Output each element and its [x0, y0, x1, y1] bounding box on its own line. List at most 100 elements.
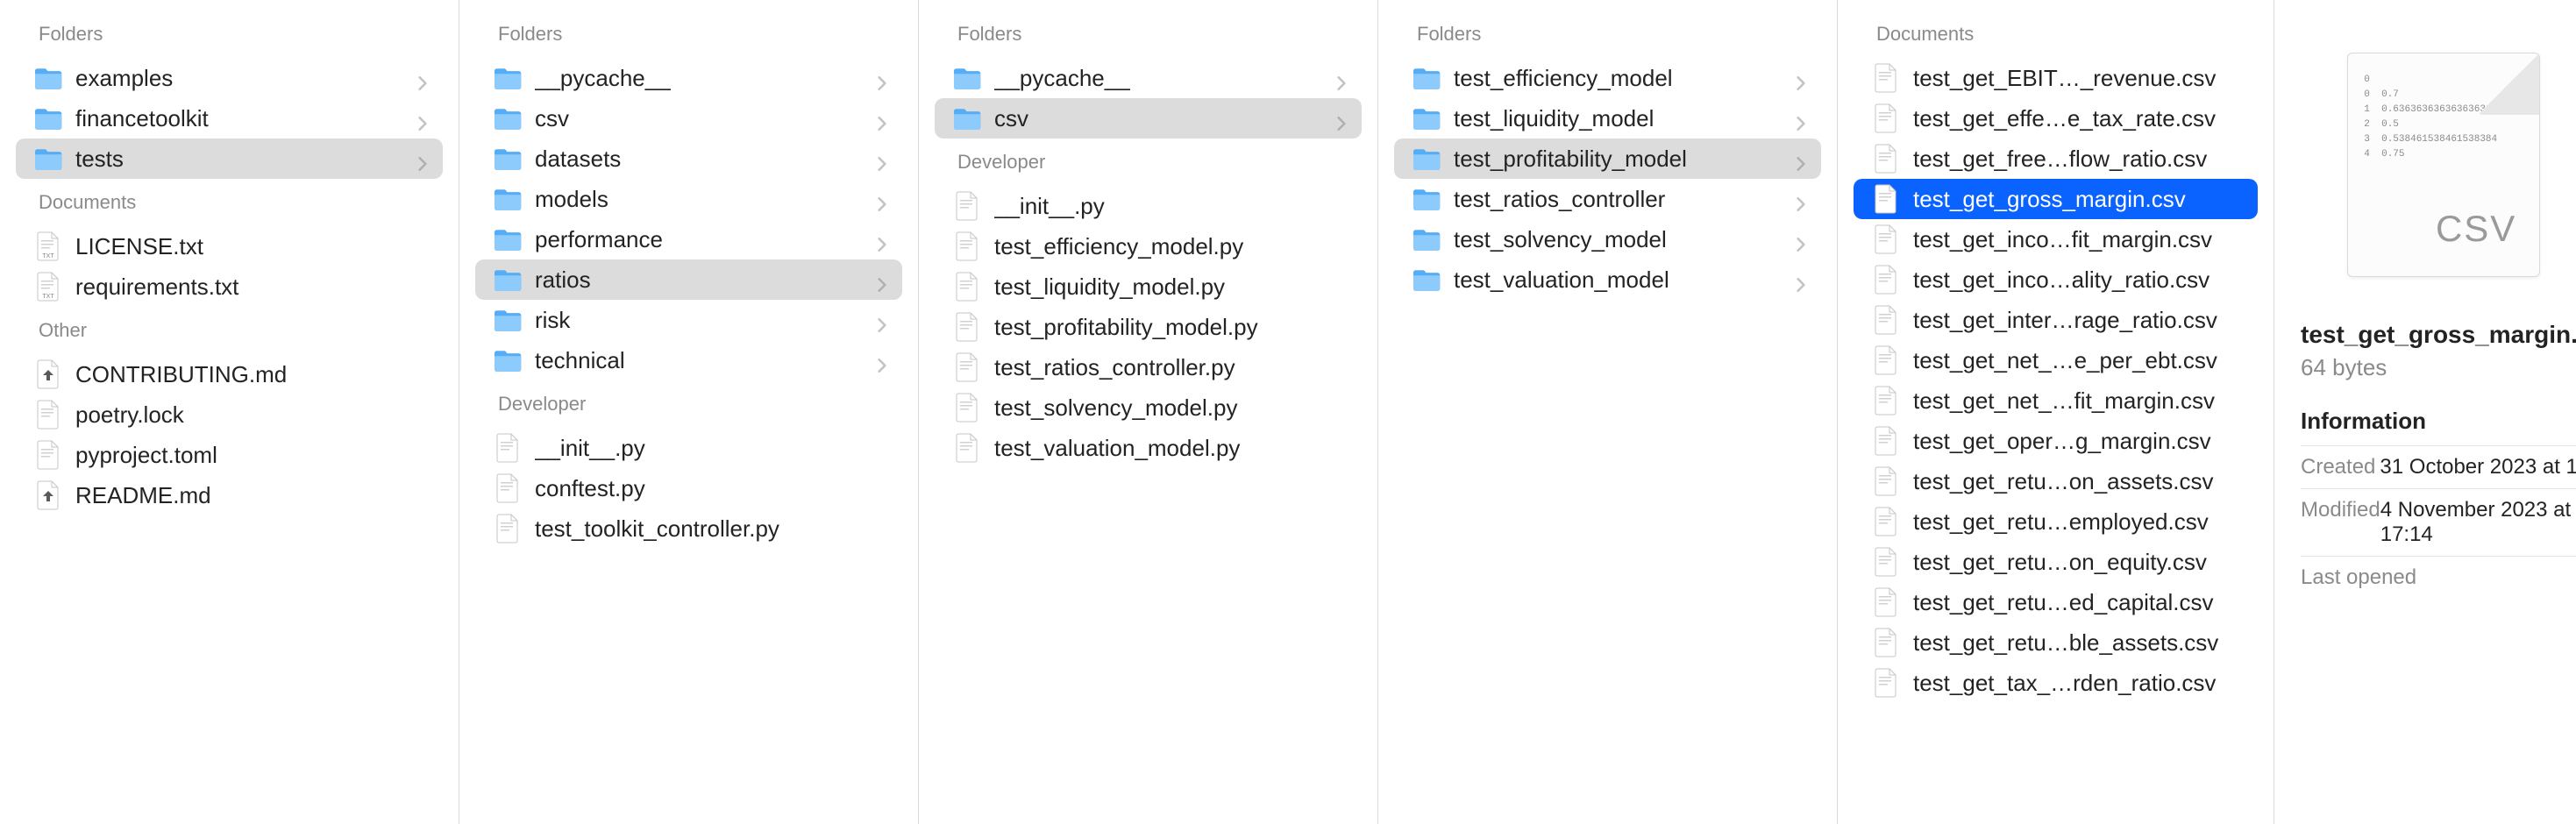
folder-icon: [33, 144, 63, 174]
item-label: risk: [535, 307, 874, 334]
folder-item[interactable]: models: [475, 179, 902, 219]
folder-item[interactable]: datasets: [475, 139, 902, 179]
file-item[interactable]: conftest.py: [475, 468, 902, 508]
item-label: test_valuation_model.py: [994, 435, 1349, 462]
file-item[interactable]: test_get_free…flow_ratio.csv: [1854, 139, 2258, 179]
section-header-documents: Documents: [1838, 11, 2274, 58]
folder-item[interactable]: financetoolkit: [16, 98, 443, 139]
py-file-icon: [493, 514, 523, 543]
file-item[interactable]: test_get_inter…rage_ratio.csv: [1854, 300, 2258, 340]
csv-file-icon: [1871, 547, 1901, 577]
csv-file-icon: [1871, 668, 1901, 698]
chevron-right-icon: [1793, 272, 1809, 288]
item-label: test_get_retu…ble_assets.csv: [1913, 629, 2245, 657]
file-item[interactable]: test_profitability_model.py: [935, 307, 1362, 347]
file-item[interactable]: test_efficiency_model.py: [935, 226, 1362, 266]
file-item[interactable]: test_get_retu…employed.csv: [1854, 501, 2258, 542]
file-item[interactable]: test_liquidity_model.py: [935, 266, 1362, 307]
folder-item[interactable]: examples: [16, 58, 443, 98]
folder-item[interactable]: ratios: [475, 259, 902, 300]
csv-file-icon: [1871, 63, 1901, 93]
py-file-icon: [493, 433, 523, 463]
file-item[interactable]: test_get_oper…g_margin.csv: [1854, 421, 2258, 461]
chevron-right-icon: [415, 110, 431, 126]
file-item[interactable]: test_get_gross_margin.csv: [1854, 179, 2258, 219]
file-item[interactable]: __init__.py: [935, 186, 1362, 226]
item-label: test_ratios_controller.py: [994, 354, 1349, 381]
item-label: test_get_retu…ed_capital.csv: [1913, 589, 2245, 616]
item-label: poetry.lock: [75, 401, 431, 429]
item-label: test_efficiency_model: [1454, 65, 1793, 92]
csv-file-icon: [1871, 587, 1901, 617]
folder-item[interactable]: risk: [475, 300, 902, 340]
folder-item[interactable]: test_solvency_model: [1394, 219, 1821, 259]
folder-item[interactable]: __pycache__: [475, 58, 902, 98]
file-item[interactable]: test_toolkit_controller.py: [475, 508, 902, 549]
folder-item[interactable]: performance: [475, 219, 902, 259]
chevron-right-icon: [874, 231, 890, 247]
info-value: 4 November 2023 at 17:14: [2380, 498, 2576, 547]
column-0: FoldersexamplesfinancetoolkittestsDocume…: [0, 0, 459, 824]
folder-icon: [952, 63, 982, 93]
file-item[interactable]: TXTrequirements.txt: [16, 266, 443, 307]
file-item[interactable]: test_ratios_controller.py: [935, 347, 1362, 387]
csv-file-icon: [1871, 184, 1901, 214]
folder-item[interactable]: test_valuation_model: [1394, 259, 1821, 300]
file-item[interactable]: test_get_net_…fit_margin.csv: [1854, 380, 2258, 421]
py-file-icon: [952, 272, 982, 302]
file-item[interactable]: test_get_retu…ble_assets.csv: [1854, 622, 2258, 663]
file-item[interactable]: test_get_effe…e_tax_rate.csv: [1854, 98, 2258, 139]
file-item[interactable]: __init__.py: [475, 428, 902, 468]
folder-item[interactable]: tests: [16, 139, 443, 179]
folder-item[interactable]: test_liquidity_model: [1394, 98, 1821, 139]
info-heading: Information: [2301, 408, 2576, 435]
item-label: test_efficiency_model.py: [994, 233, 1349, 260]
file-item[interactable]: TXTLICENSE.txt: [16, 226, 443, 266]
folder-icon: [1412, 103, 1441, 133]
file-item[interactable]: pyproject.toml: [16, 435, 443, 475]
info-table: Created31 October 2023 at 18:12Modified4…: [2301, 445, 2576, 599]
chevron-right-icon: [1793, 231, 1809, 247]
item-label: conftest.py: [535, 475, 890, 502]
chevron-right-icon: [874, 352, 890, 368]
file-item[interactable]: test_get_EBIT…_revenue.csv: [1854, 58, 2258, 98]
chevron-right-icon: [874, 272, 890, 288]
file-item[interactable]: test_get_tax_…rden_ratio.csv: [1854, 663, 2258, 703]
section-header-other: Other: [0, 307, 459, 354]
item-label: test_get_retu…on_equity.csv: [1913, 549, 2245, 576]
file-item[interactable]: test_get_inco…ality_ratio.csv: [1854, 259, 2258, 300]
txt-file-icon: TXT: [33, 231, 63, 261]
csv-file-icon: [1871, 144, 1901, 174]
file-item[interactable]: test_solvency_model.py: [935, 387, 1362, 428]
file-item[interactable]: test_get_net_…e_per_ebt.csv: [1854, 340, 2258, 380]
folder-icon: [493, 144, 523, 174]
csv-file-icon: [1871, 265, 1901, 295]
section-header-folders: Folders: [919, 11, 1377, 58]
folder-item[interactable]: csv: [935, 98, 1362, 139]
item-label: test_toolkit_controller.py: [535, 515, 890, 543]
folder-item[interactable]: __pycache__: [935, 58, 1362, 98]
file-item[interactable]: poetry.lock: [16, 394, 443, 435]
csv-file-icon: [1871, 628, 1901, 657]
item-label: test_get_inco…fit_margin.csv: [1913, 226, 2245, 253]
file-item[interactable]: README.md: [16, 475, 443, 515]
info-key: Last opened: [2301, 565, 2416, 590]
file-item[interactable]: test_get_retu…ed_capital.csv: [1854, 582, 2258, 622]
csv-file-icon: [1871, 466, 1901, 496]
file-item[interactable]: test_valuation_model.py: [935, 428, 1362, 468]
file-item[interactable]: test_get_inco…fit_margin.csv: [1854, 219, 2258, 259]
file-item[interactable]: test_get_retu…on_equity.csv: [1854, 542, 2258, 582]
folder-item[interactable]: test_profitability_model: [1394, 139, 1821, 179]
svg-text:TXT: TXT: [42, 253, 54, 259]
preview-icon-type: CSV: [2436, 208, 2516, 250]
folder-item[interactable]: test_efficiency_model: [1394, 58, 1821, 98]
folder-icon: [493, 305, 523, 335]
item-label: csv: [535, 105, 874, 132]
file-item[interactable]: CONTRIBUTING.md: [16, 354, 443, 394]
folder-item[interactable]: test_ratios_controller: [1394, 179, 1821, 219]
folder-item[interactable]: csv: [475, 98, 902, 139]
folder-item[interactable]: technical: [475, 340, 902, 380]
item-label: csv: [994, 105, 1334, 132]
item-label: test_ratios_controller: [1454, 186, 1793, 213]
file-item[interactable]: test_get_retu…on_assets.csv: [1854, 461, 2258, 501]
